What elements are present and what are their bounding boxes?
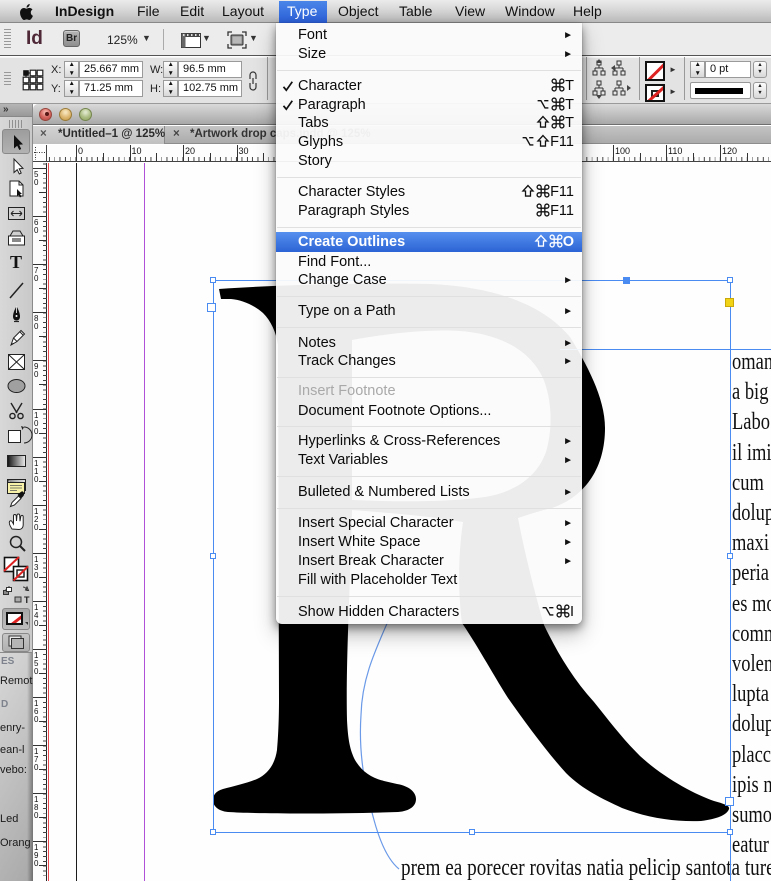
svg-text:T: T bbox=[10, 252, 22, 272]
svg-text:T: T bbox=[24, 595, 30, 605]
